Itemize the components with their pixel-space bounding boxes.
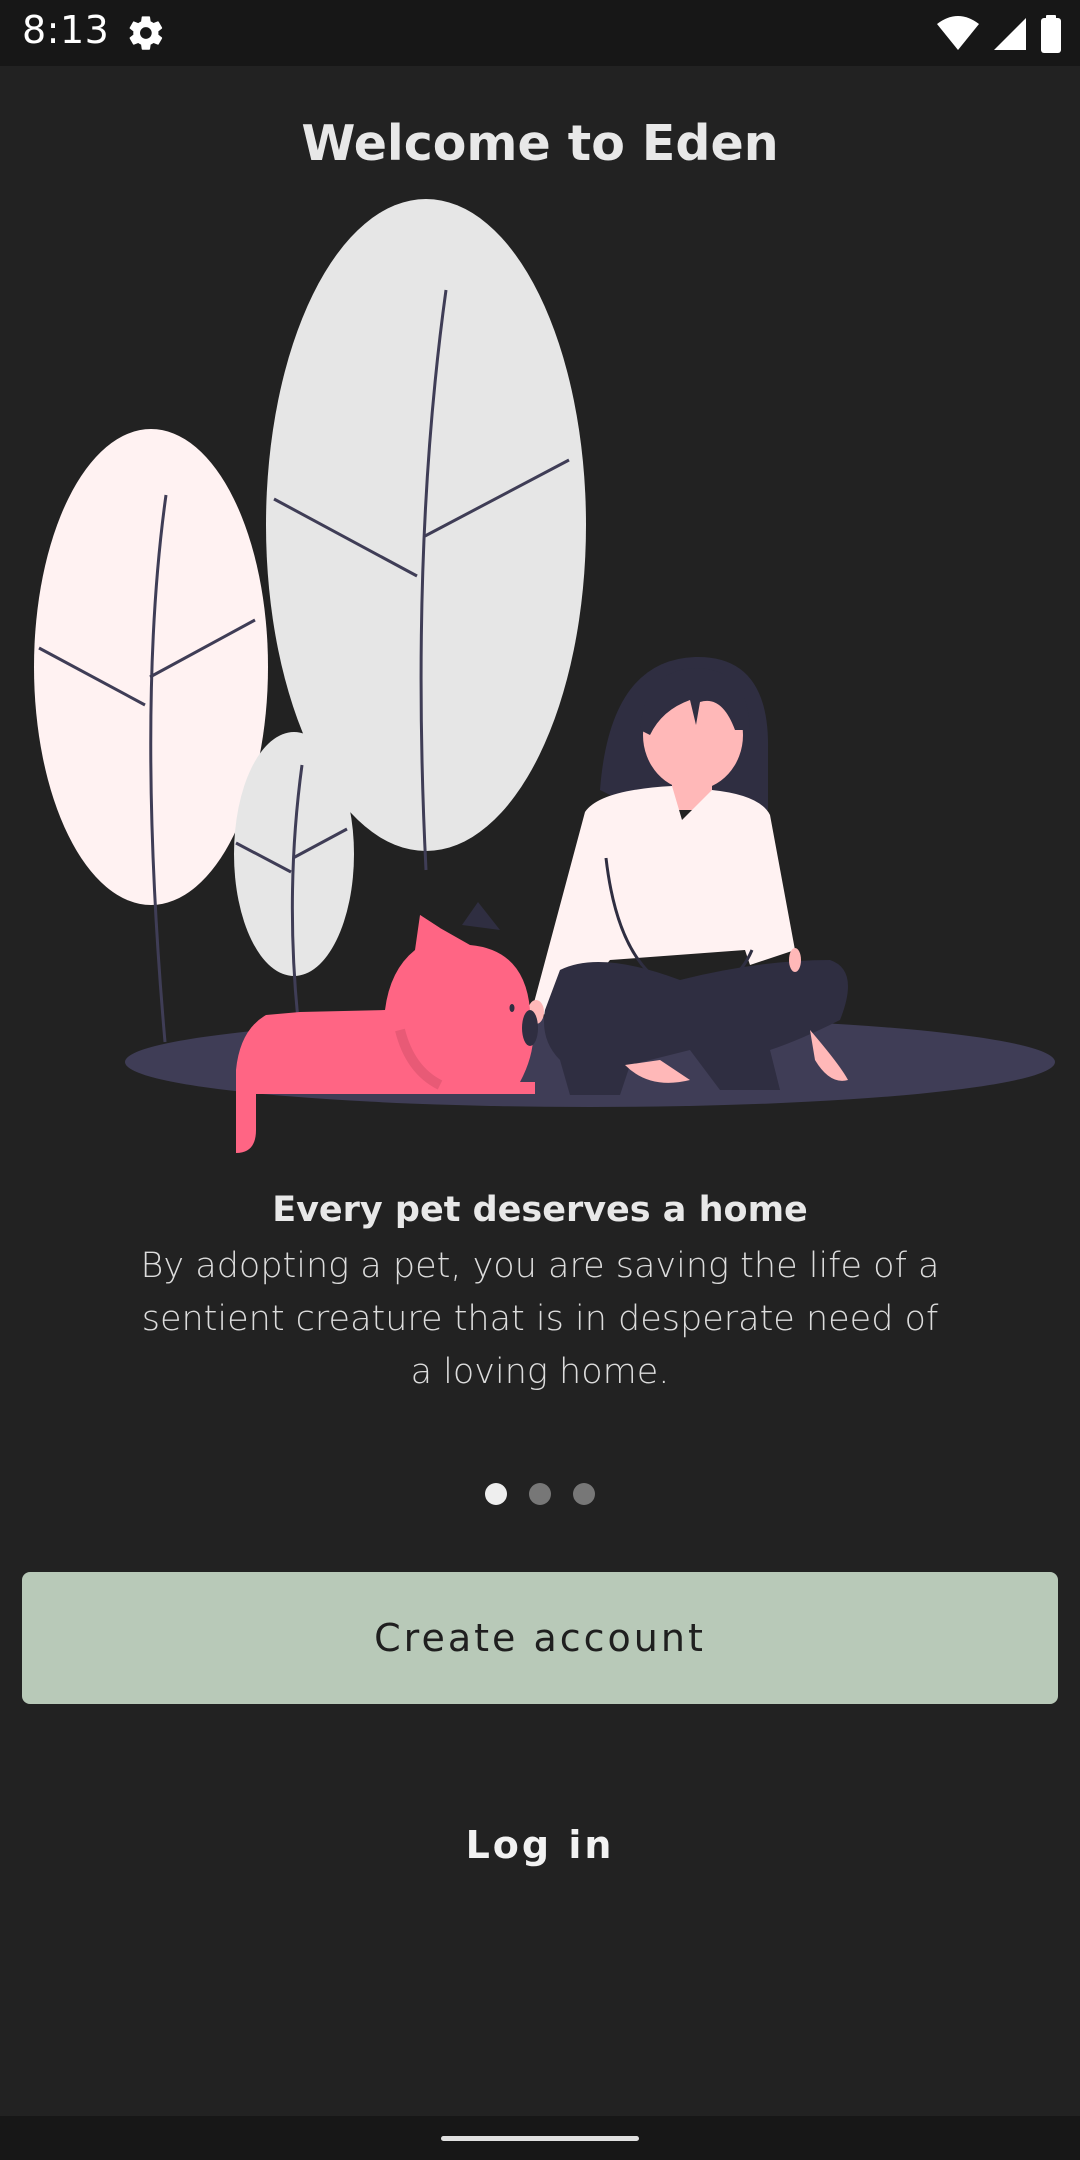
status-bar: 8:13 <box>0 0 1080 66</box>
slide-description: By adopting a pet, you are saving the li… <box>140 1246 940 1392</box>
home-indicator[interactable] <box>441 2136 639 2141</box>
signal-icon <box>994 18 1026 50</box>
status-icons <box>936 14 1062 54</box>
slide-heading: Every pet deserves a home <box>272 1190 808 1230</box>
page-indicator <box>0 1483 1080 1505</box>
gear-icon <box>129 16 163 50</box>
create-account-label: Create account <box>374 1616 706 1660</box>
log-in-button[interactable]: Log in <box>390 1805 690 1885</box>
page-dot-3[interactable] <box>573 1483 595 1505</box>
create-account-button[interactable]: Create account <box>22 1572 1058 1704</box>
page-dot-1[interactable] <box>485 1483 507 1505</box>
page-dot-2[interactable] <box>529 1483 551 1505</box>
battery-icon <box>1041 15 1061 53</box>
wifi-icon <box>937 16 979 50</box>
cat-ear-back <box>462 902 500 930</box>
navigation-bar <box>0 2116 1080 2160</box>
status-time: 8:13 <box>22 8 110 52</box>
woman-with-cat-illustration <box>34 199 1055 1153</box>
page-title: Welcome to Eden <box>301 115 779 172</box>
log-in-label: Log in <box>465 1823 615 1867</box>
welcome-screen: 8:13 Welcome to Eden Every pet deserves … <box>0 0 1080 2160</box>
